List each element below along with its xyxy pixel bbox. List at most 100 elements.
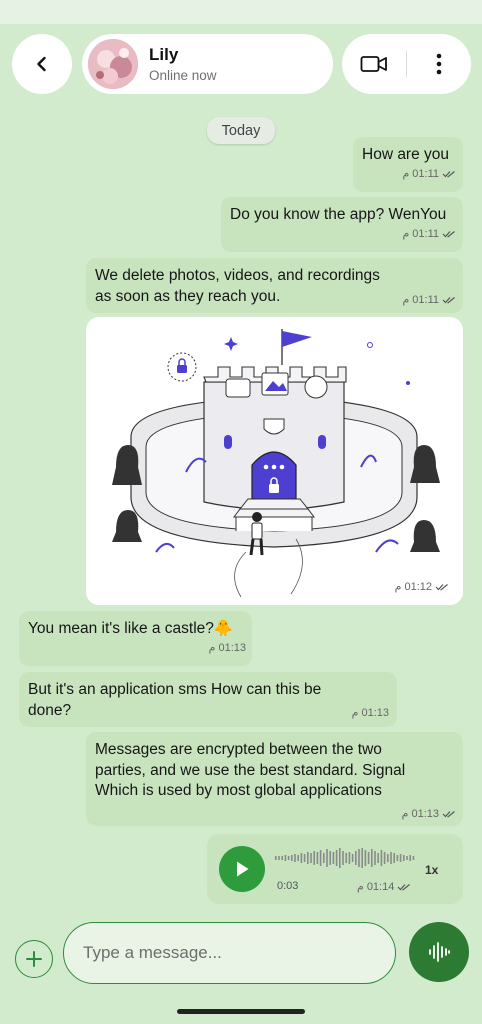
message-time: 01:14 [366, 880, 395, 893]
waveform-bar [367, 852, 370, 864]
am-pm-label: م [208, 641, 216, 654]
waveform-bar [406, 856, 408, 860]
playback-speed[interactable]: 1x [425, 863, 438, 877]
waveform-bar [351, 854, 354, 862]
message-meta: م 01:11 [402, 224, 456, 245]
back-button[interactable] [12, 34, 72, 94]
waveform-bar [326, 849, 328, 867]
am-pm-label: م [402, 294, 410, 306]
message-time: 01:13 [411, 808, 439, 820]
waveform-bar [329, 851, 331, 865]
add-attachment-button[interactable] [15, 940, 53, 978]
am-pm-label: م [402, 227, 410, 240]
header-actions [342, 34, 471, 94]
voice-duration: 0:03 [277, 880, 299, 892]
waveform-bar [358, 849, 360, 867]
play-icon [237, 861, 249, 877]
waveform-bar [291, 855, 293, 861]
waveform-bar [319, 850, 322, 866]
waveform-bar [335, 850, 338, 866]
message-time: 01:12 [404, 580, 432, 593]
waveform-bar [383, 852, 386, 864]
message-meta: م 01:11 [402, 290, 456, 311]
waveform-bar [348, 852, 351, 864]
contact-header[interactable]: Lily Online now [82, 34, 333, 94]
waveform-bar [380, 850, 383, 866]
double-check-icon [435, 583, 448, 591]
waveform-bar [374, 851, 376, 865]
double-check-icon [397, 883, 411, 891]
contact-name: Lily [149, 45, 179, 64]
message-meta: م 01:11 [402, 164, 456, 185]
message-time: 01:11 [412, 294, 439, 306]
am-pm-label: م [351, 707, 359, 719]
double-check-icon [442, 170, 455, 178]
message-input[interactable] [83, 943, 383, 963]
more-options-button[interactable] [407, 34, 471, 94]
waveform-bar [323, 853, 325, 863]
more-vertical-icon [436, 53, 442, 75]
message-bubble-incoming[interactable]: But it's an application sms How can this… [19, 672, 397, 727]
message-text: We delete photos, videos, and recordings… [95, 267, 380, 305]
message-time: 01:11 [412, 167, 439, 180]
waveform-bar [307, 852, 309, 864]
waveform-bar [275, 856, 277, 860]
am-pm-label: م [401, 808, 409, 820]
waveform-bar [403, 855, 405, 861]
waveform-bar [361, 848, 363, 868]
waveform-bar [399, 854, 402, 862]
message-meta: م 01:12 [395, 580, 449, 593]
status-bar [0, 0, 482, 24]
am-pm-label: م [402, 167, 410, 180]
message-text: Messages are encrypted between the two p… [95, 741, 406, 799]
avatar-image [88, 39, 138, 89]
message-bubble-outgoing[interactable]: Do you know the app? WenYou م 01:11 [221, 197, 463, 252]
waveform-bar [287, 856, 290, 860]
message-text: But it's an application sms How can this… [28, 681, 322, 719]
message-text: Do you know the app? WenYou [230, 206, 447, 223]
waveform-bar [284, 855, 287, 861]
waveform-bar [300, 853, 303, 863]
waveform-bar [390, 852, 392, 864]
waveform[interactable] [275, 848, 415, 868]
video-call-button[interactable] [342, 34, 406, 94]
message-time: 01:13 [218, 641, 246, 654]
waveform-bar [345, 853, 347, 863]
message-bubble-outgoing[interactable]: How are you م 01:11 [353, 137, 463, 192]
message-time: 01:11 [412, 227, 439, 240]
message-input-container [63, 922, 396, 984]
voice-message: 0:03 م 01:14 1x [207, 834, 463, 904]
message-text: You mean it's like a castle?🐥 [28, 620, 234, 637]
waveform-bar [396, 855, 399, 861]
voice-record-button[interactable] [409, 922, 469, 982]
am-pm-label: م [394, 581, 402, 593]
double-check-icon [442, 297, 455, 304]
waveform-bar [387, 854, 389, 862]
waveform-bar [355, 851, 357, 865]
waveform-bar [371, 849, 373, 867]
image-message[interactable]: م 01:12 [86, 317, 463, 605]
message-bubble-outgoing[interactable]: Messages are encrypted between the two p… [86, 732, 463, 826]
waveform-bar [278, 856, 280, 860]
waveform-bar [294, 854, 296, 862]
castle-illustration [112, 329, 440, 598]
avatar[interactable] [88, 39, 138, 89]
waveform-bar [412, 856, 415, 860]
waveform-bar [313, 851, 315, 865]
am-pm-label: م [357, 881, 364, 893]
waveform-bar [297, 855, 299, 861]
waveform-bar [364, 850, 367, 866]
message-text: How are you [362, 146, 450, 163]
message-bubble-outgoing[interactable]: We delete photos, videos, and recordings… [86, 258, 463, 313]
mic-waveform-icon [429, 942, 450, 962]
waveform-bar [281, 856, 283, 860]
message-meta: م 01:14 [357, 880, 411, 893]
message-bubble-incoming[interactable]: You mean it's like a castle?🐥 م 01:13 [19, 611, 252, 666]
message-meta: م 01:13 [209, 638, 246, 659]
double-check-icon [442, 230, 455, 238]
waveform-bar [332, 852, 335, 864]
play-button[interactable] [219, 846, 265, 892]
waveform-bar [377, 853, 379, 863]
waveform-bar [342, 851, 344, 865]
plus-icon [26, 951, 42, 967]
